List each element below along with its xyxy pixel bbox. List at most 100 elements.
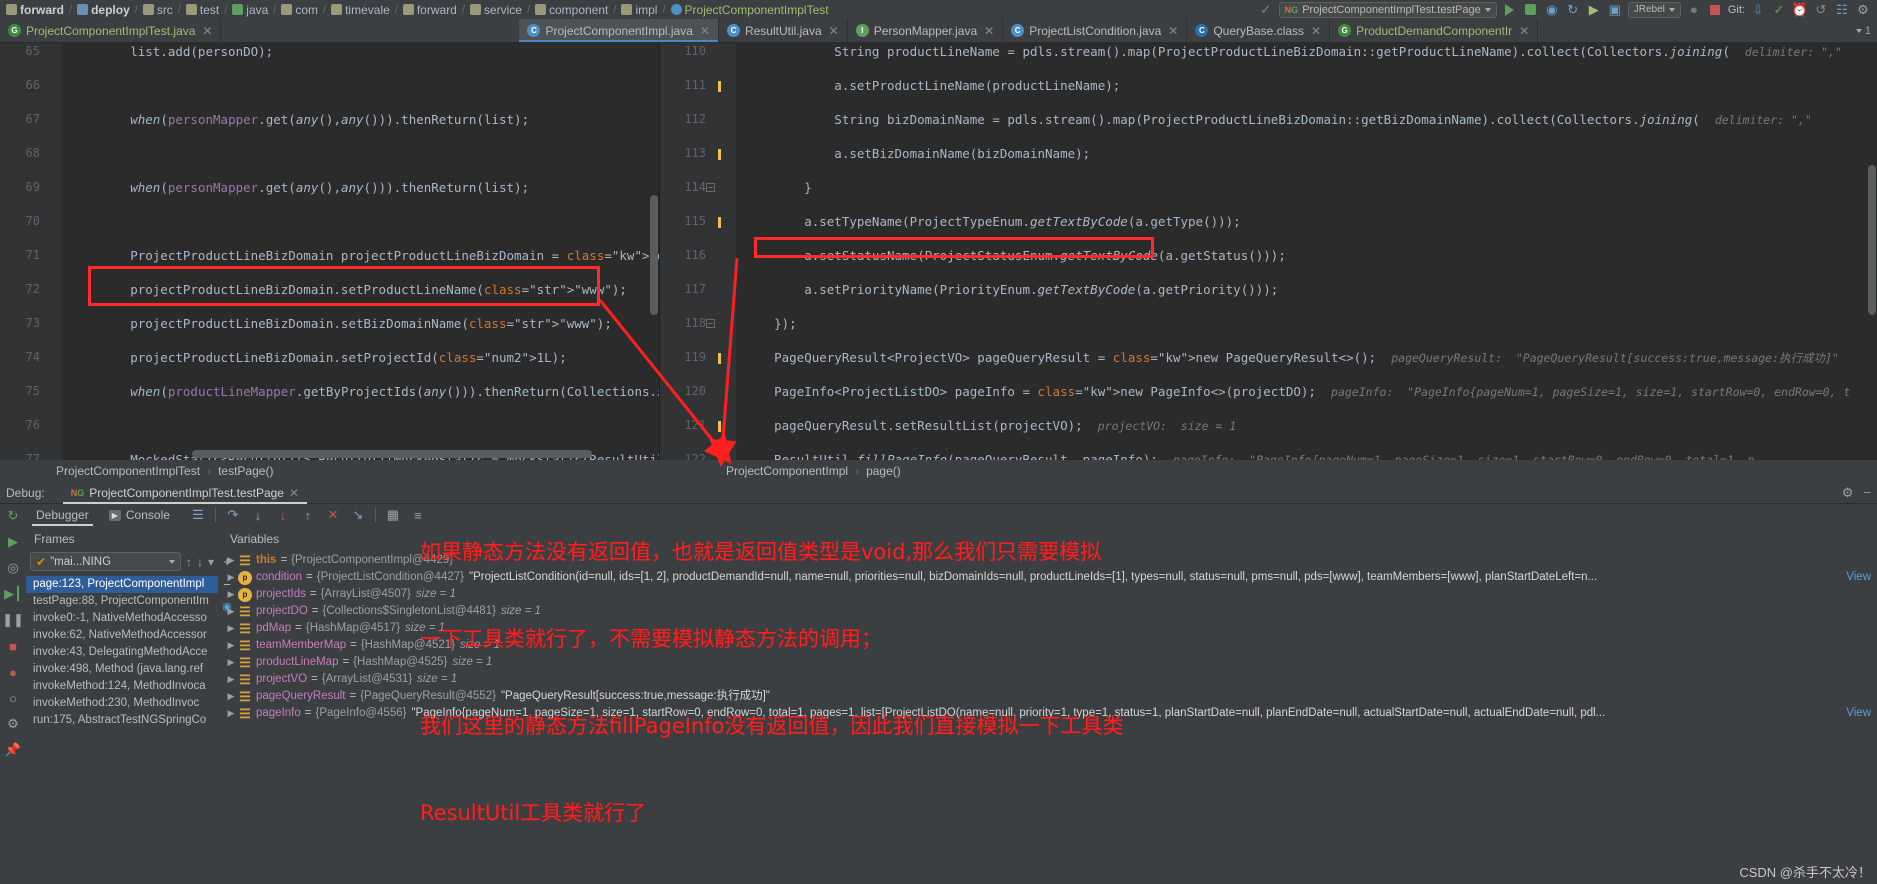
code-line[interactable]: 113 a.setBizDomainName(bizDomainName); [660,145,1877,162]
code-line[interactable]: 69 when(personMapper.get(any(),any())).t… [0,179,659,196]
frame-item[interactable]: invokeMethod:124, MethodInvoca [26,678,218,695]
frame-item[interactable]: testPage:88, ProjectComponentIm [26,593,218,610]
editor-right-vscrollbar[interactable] [1868,45,1876,446]
frame-item[interactable]: invokeMethod:230, MethodInvoc [26,695,218,712]
view-value-link[interactable]: View [1846,705,1871,722]
editor-left-vscrollbar[interactable] [650,45,658,446]
settings-icon[interactable]: ⚙ [5,716,21,732]
navbar-crumb-deploy[interactable]: deploy [75,3,132,17]
editor-right-projectcomponentimpl[interactable]: 110 String productLineName = pdls.stream… [660,43,1877,460]
run-configuration-selector[interactable]: NG ProjectComponentImplTest.testPage [1278,1,1497,18]
code-line[interactable]: 76 [0,417,659,434]
close-icon[interactable]: ✕ [829,24,839,38]
editor-tab-projectcomponentimpl-java[interactable]: C ProjectComponentImpl.java ✕ [519,19,719,42]
code-line[interactable]: 73 projectProductLineBizDomain.setBizDom… [0,315,659,332]
rerun-button[interactable]: ↻ [1565,2,1581,18]
navbar-crumb-timevale[interactable]: timevale [329,3,392,17]
frame-item[interactable]: invoke:62, NativeMethodAccessor [26,627,218,644]
editor-tab-personmapper-java[interactable]: I PersonMapper.java ✕ [848,19,1004,42]
close-icon[interactable]: ✕ [984,24,994,38]
expand-arrow-icon[interactable]: ▶ [224,552,238,569]
code-line[interactable]: 75 when(productLineMapper.getByProjectId… [0,383,659,400]
editor-right-lines[interactable]: 110 String productLineName = pdls.stream… [660,43,1877,460]
pause-icon[interactable]: ❚❚ [2,612,24,628]
expand-arrow-icon[interactable]: ▶ [224,569,238,586]
code-line[interactable]: 68 [0,145,659,162]
navbar-crumb-impl[interactable]: impl [619,3,659,17]
debug-session-tab[interactable]: NG ProjectComponentImplTest.testPage ✕ [62,482,308,504]
breadcrumb-left-method[interactable]: testPage() [218,464,273,478]
frames-list[interactable]: page:123, ProjectComponentImpl testPage:8… [26,576,218,884]
code-line[interactable]: 111 a.setProductLineName(productLineName… [660,77,1877,94]
filter-frames-icon[interactable]: ▾ [208,555,214,569]
navbar-crumb-projectcomponentimpltest[interactable]: ProjectComponentImplTest [669,3,831,17]
close-icon[interactable]: ✕ [202,24,212,38]
run-button[interactable] [1502,2,1518,18]
expand-arrow-icon[interactable]: ▶ [224,654,238,671]
drop-frame-icon[interactable]: ✕ [325,507,341,523]
debug-tab-debugger[interactable]: Debugger [26,504,99,526]
editor-left-lines[interactable]: 65 list.add(personDO); 66 67 when(personMa… [0,43,659,460]
hide-button[interactable]: ● [1686,2,1702,18]
code-line[interactable]: 110 String productLineName = pdls.stream… [660,43,1877,60]
debug-settings-icon[interactable]: ⚙ [1842,485,1854,501]
navbar-crumb-src[interactable]: src [141,3,175,17]
navbar-crumb-forward[interactable]: forward [401,3,459,17]
code-line[interactable]: 122 ResultUtil.fillPageInfo(pageQueryRes… [660,451,1877,460]
debug-tab-console[interactable]: ▶ Console [99,504,180,526]
code-line[interactable]: 65 list.add(personDO); [0,43,659,60]
code-line[interactable]: 72 projectProductLineBizDomain.setProduc… [0,281,659,298]
step-out-icon[interactable]: ↑ [300,507,316,523]
frame-up-icon[interactable]: ↑ [186,555,192,569]
editor-tab-projectlistcondition-java[interactable]: C ProjectListCondition.java ✕ [1003,19,1188,42]
editor-tab-resultutil-java[interactable]: C ResultUtil.java ✕ [719,19,848,42]
navbar-crumb-test[interactable]: test [184,3,221,17]
close-icon[interactable]: ✕ [700,24,710,38]
settings-icon[interactable]: ⚙ [1855,2,1871,18]
frame-down-icon[interactable]: ↓ [197,555,203,569]
frame-item[interactable]: page:123, ProjectComponentImpl [26,576,218,593]
expand-arrow-icon[interactable]: ▶ [224,688,238,705]
step-over-icon[interactable]: ↷ [225,507,241,523]
run-coverage-button[interactable]: ◉ [1544,2,1560,18]
navbar-crumb-com[interactable]: com [279,3,320,17]
close-icon[interactable]: ✕ [1519,24,1529,38]
navbar-crumb-java[interactable]: java [230,3,270,17]
expand-arrow-icon[interactable]: ▶ [224,671,238,688]
run-to-cursor-icon[interactable]: ↘ [350,507,366,523]
navbar-crumb-component[interactable]: component [533,3,610,17]
frame-item[interactable]: run:175, AbstractTestNGSpringCo [26,712,218,729]
stop-icon[interactable]: ■ [5,638,21,654]
close-icon[interactable]: ✕ [289,486,299,500]
breadcrumb-right-method[interactable]: page() [866,464,901,478]
vcs-history-icon[interactable]: ⏰ [1792,2,1808,18]
code-line[interactable]: 119 PageQueryResult<ProjectVO> pageQuery… [660,349,1877,366]
code-line[interactable]: 117 a.setPriorityName(PriorityEnum.getTe… [660,281,1877,298]
stop-button[interactable] [1707,2,1723,18]
search-everywhere-icon[interactable]: ☷ [1834,2,1850,18]
code-line[interactable]: 66 [0,77,659,94]
expand-arrow-icon[interactable]: ▶ [224,620,238,637]
code-line[interactable]: 74 projectProductLineBizDomain.setProjec… [0,349,659,366]
editor-tab-querybase-class[interactable]: C QueryBase.class ✕ [1187,19,1331,42]
frame-item[interactable]: invoke:43, DelegatingMethodAcce [26,644,218,661]
resume-program-icon[interactable]: ▶ [5,534,21,550]
mute-icon[interactable]: ○ [5,690,21,706]
expand-arrow-icon[interactable]: ▶ [224,586,238,603]
jrebel-selector[interactable]: JRebel [1627,1,1681,18]
vcs-update-icon[interactable]: ⇩ [1750,2,1766,18]
debug-button[interactable] [1523,2,1539,18]
vcs-revert-icon[interactable]: ↺ [1813,2,1829,18]
mute-breakpoints-icon[interactable]: ◎ [5,560,21,576]
editor-tab-productdemandcomponentir[interactable]: G ProductDemandComponentIr ✕ [1330,19,1539,42]
frame-item[interactable]: invoke:498, Method (java.lang.ref [26,661,218,678]
code-fold-icon[interactable]: − [706,319,715,328]
step-resume-icon[interactable]: ▶┃ [4,586,22,602]
code-line[interactable]: 116 a.setStatusName(ProjectStatusEnum.ge… [660,247,1877,264]
code-line[interactable]: 121 pageQueryResult.setResultList(projec… [660,417,1877,434]
expand-arrow-icon[interactable]: ▶ [224,603,238,620]
breadcrumb-right-class[interactable]: ProjectComponentImpl [726,464,848,478]
tabs-overflow-indicator[interactable]: 1 [1850,19,1877,42]
rerun-icon[interactable]: ↻ [5,508,21,524]
attach-icon[interactable]: ✓ [1258,2,1274,18]
